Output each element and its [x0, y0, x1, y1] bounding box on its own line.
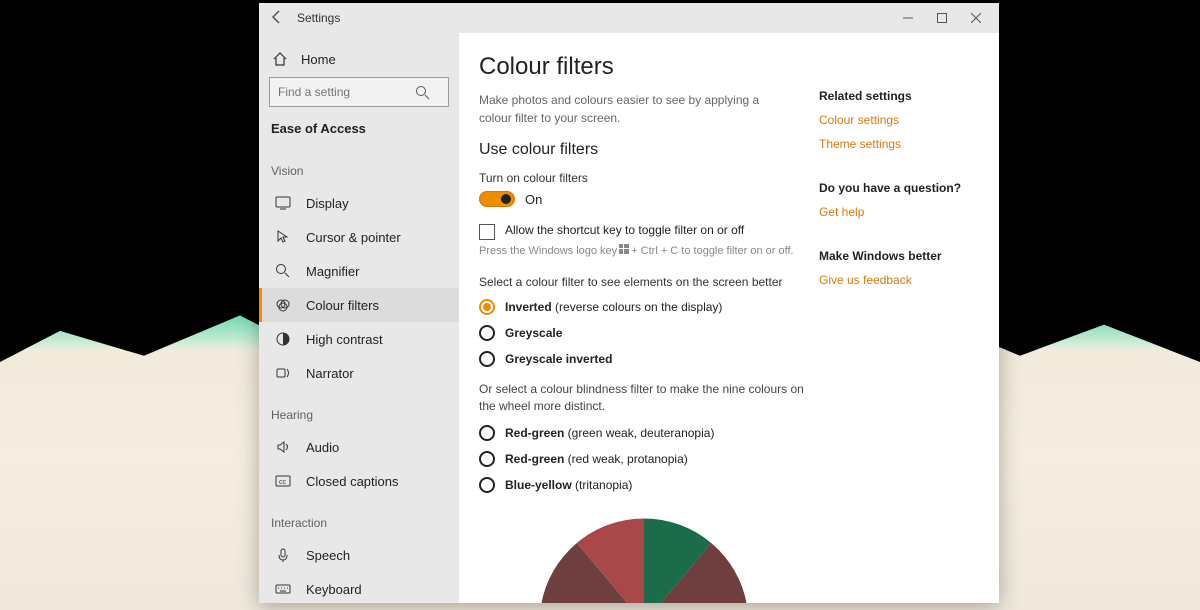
shortcut-hint: Press the Windows logo key + Ctrl + C to… [479, 244, 809, 257]
section-title: Ease of Access [259, 117, 459, 146]
sidebar-item-speech[interactable]: Speech [259, 538, 459, 572]
radio-label: Blue-yellow (tritanopia) [505, 478, 632, 492]
sidebar-item-closed-captions[interactable]: cc Closed captions [259, 464, 459, 498]
radio-protanopia[interactable]: Red-green (red weak, protanopia) [479, 451, 809, 467]
settings-window: Settings Home Eas [259, 3, 999, 603]
minimize-button[interactable] [891, 4, 925, 32]
home-nav[interactable]: Home [259, 45, 459, 77]
keyboard-icon [274, 581, 292, 597]
radio-greyscale-inverted[interactable]: Greyscale inverted [479, 351, 809, 367]
radio-tritanopia[interactable]: Blue-yellow (tritanopia) [479, 477, 809, 493]
svg-text:cc: cc [279, 479, 287, 486]
toggle-knob [501, 194, 511, 204]
side-link[interactable]: Give us feedback [819, 273, 979, 287]
sidebar-item-display[interactable]: Display [259, 186, 459, 220]
radio-dot [479, 351, 495, 367]
sidebar-item-cursor-pointer[interactable]: Cursor & pointer [259, 220, 459, 254]
sidebar-item-label: Narrator [306, 366, 354, 381]
side-group-title: Make Windows better [819, 249, 979, 263]
sidebar-item-label: Display [306, 196, 349, 211]
audio-icon [274, 439, 292, 455]
radio-label: Red-green (red weak, protanopia) [505, 452, 688, 466]
page-description: Make photos and colours easier to see by… [479, 91, 779, 127]
speech-icon [274, 547, 292, 563]
sidebar-item-magnifier[interactable]: Magnifier [259, 254, 459, 288]
sidebar-item-high-contrast[interactable]: High contrast [259, 322, 459, 356]
sidebar-item-colour-filters[interactable]: Colour filters [259, 288, 459, 322]
window-title: Settings [297, 11, 340, 25]
radio-label: Inverted (reverse colours on the display… [505, 300, 722, 314]
high-contrast-icon [274, 331, 292, 347]
sidebar-item-narrator[interactable]: Narrator [259, 356, 459, 390]
close-button[interactable] [959, 4, 993, 32]
radio-group-2-label: Or select a colour blindness filter to m… [479, 381, 809, 415]
side-panel: Related settings Colour settings Theme set… [819, 53, 979, 603]
side-link[interactable]: Theme settings [819, 137, 979, 151]
toggle-label: Turn on colour filters [479, 171, 809, 185]
colour-filters-icon [274, 297, 292, 313]
side-group-title: Do you have a question? [819, 181, 979, 195]
colour-wheel [534, 513, 754, 603]
colour-filters-toggle[interactable] [479, 191, 515, 207]
sidebar-item-audio[interactable]: Audio [259, 430, 459, 464]
side-group-title: Related settings [819, 89, 979, 103]
radio-group-1-label: Select a colour filter to see elements o… [479, 275, 809, 289]
maximize-button[interactable] [925, 4, 959, 32]
titlebar: Settings [259, 3, 999, 33]
radio-dot [479, 451, 495, 467]
search-input[interactable] [269, 77, 449, 107]
radio-dot [479, 425, 495, 441]
windows-logo-icon [619, 244, 629, 257]
radio-dot [479, 325, 495, 341]
magnifier-icon [274, 263, 292, 279]
radio-label: Greyscale inverted [505, 352, 612, 366]
section-subtitle: Use colour filters [479, 141, 809, 159]
sidebar-item-label: Closed captions [306, 474, 399, 489]
radio-dot [479, 299, 495, 315]
radio-deuteranopia[interactable]: Red-green (green weak, deuteranopia) [479, 425, 809, 441]
toggle-state: On [525, 192, 542, 207]
narrator-icon [274, 365, 292, 381]
sidebar: Home Ease of Access Vision Display Cursor … [259, 33, 459, 603]
cursor-pointer-icon [274, 229, 292, 245]
side-link[interactable]: Colour settings [819, 113, 979, 127]
group-title-hearing: Hearing [259, 390, 459, 430]
main-content: Colour filters Make photos and colours e… [479, 53, 809, 603]
page-title: Colour filters [479, 53, 809, 81]
sidebar-item-keyboard[interactable]: Keyboard [259, 572, 459, 603]
sidebar-item-label: Audio [306, 440, 339, 455]
group-title-interaction: Interaction [259, 498, 459, 538]
sidebar-item-label: Magnifier [306, 264, 359, 279]
radio-label: Greyscale [505, 326, 562, 340]
group-title-vision: Vision [259, 146, 459, 186]
shortcut-checkbox[interactable] [479, 224, 495, 240]
radio-inverted[interactable]: Inverted (reverse colours on the display… [479, 299, 809, 315]
closed-captions-icon: cc [274, 473, 292, 489]
home-icon [271, 51, 289, 67]
sidebar-item-label: Speech [306, 548, 350, 563]
back-button[interactable] [267, 9, 287, 28]
sidebar-item-label: Keyboard [306, 582, 362, 597]
radio-greyscale[interactable]: Greyscale [479, 325, 809, 341]
sidebar-item-label: High contrast [306, 332, 383, 347]
display-icon [274, 195, 292, 211]
radio-dot [479, 477, 495, 493]
side-link[interactable]: Get help [819, 205, 979, 219]
sidebar-item-label: Colour filters [306, 298, 379, 313]
radio-label: Red-green (green weak, deuteranopia) [505, 426, 714, 440]
sidebar-item-label: Cursor & pointer [306, 230, 401, 245]
shortcut-checkbox-label: Allow the shortcut key to toggle filter … [505, 223, 744, 237]
home-label: Home [301, 52, 336, 67]
